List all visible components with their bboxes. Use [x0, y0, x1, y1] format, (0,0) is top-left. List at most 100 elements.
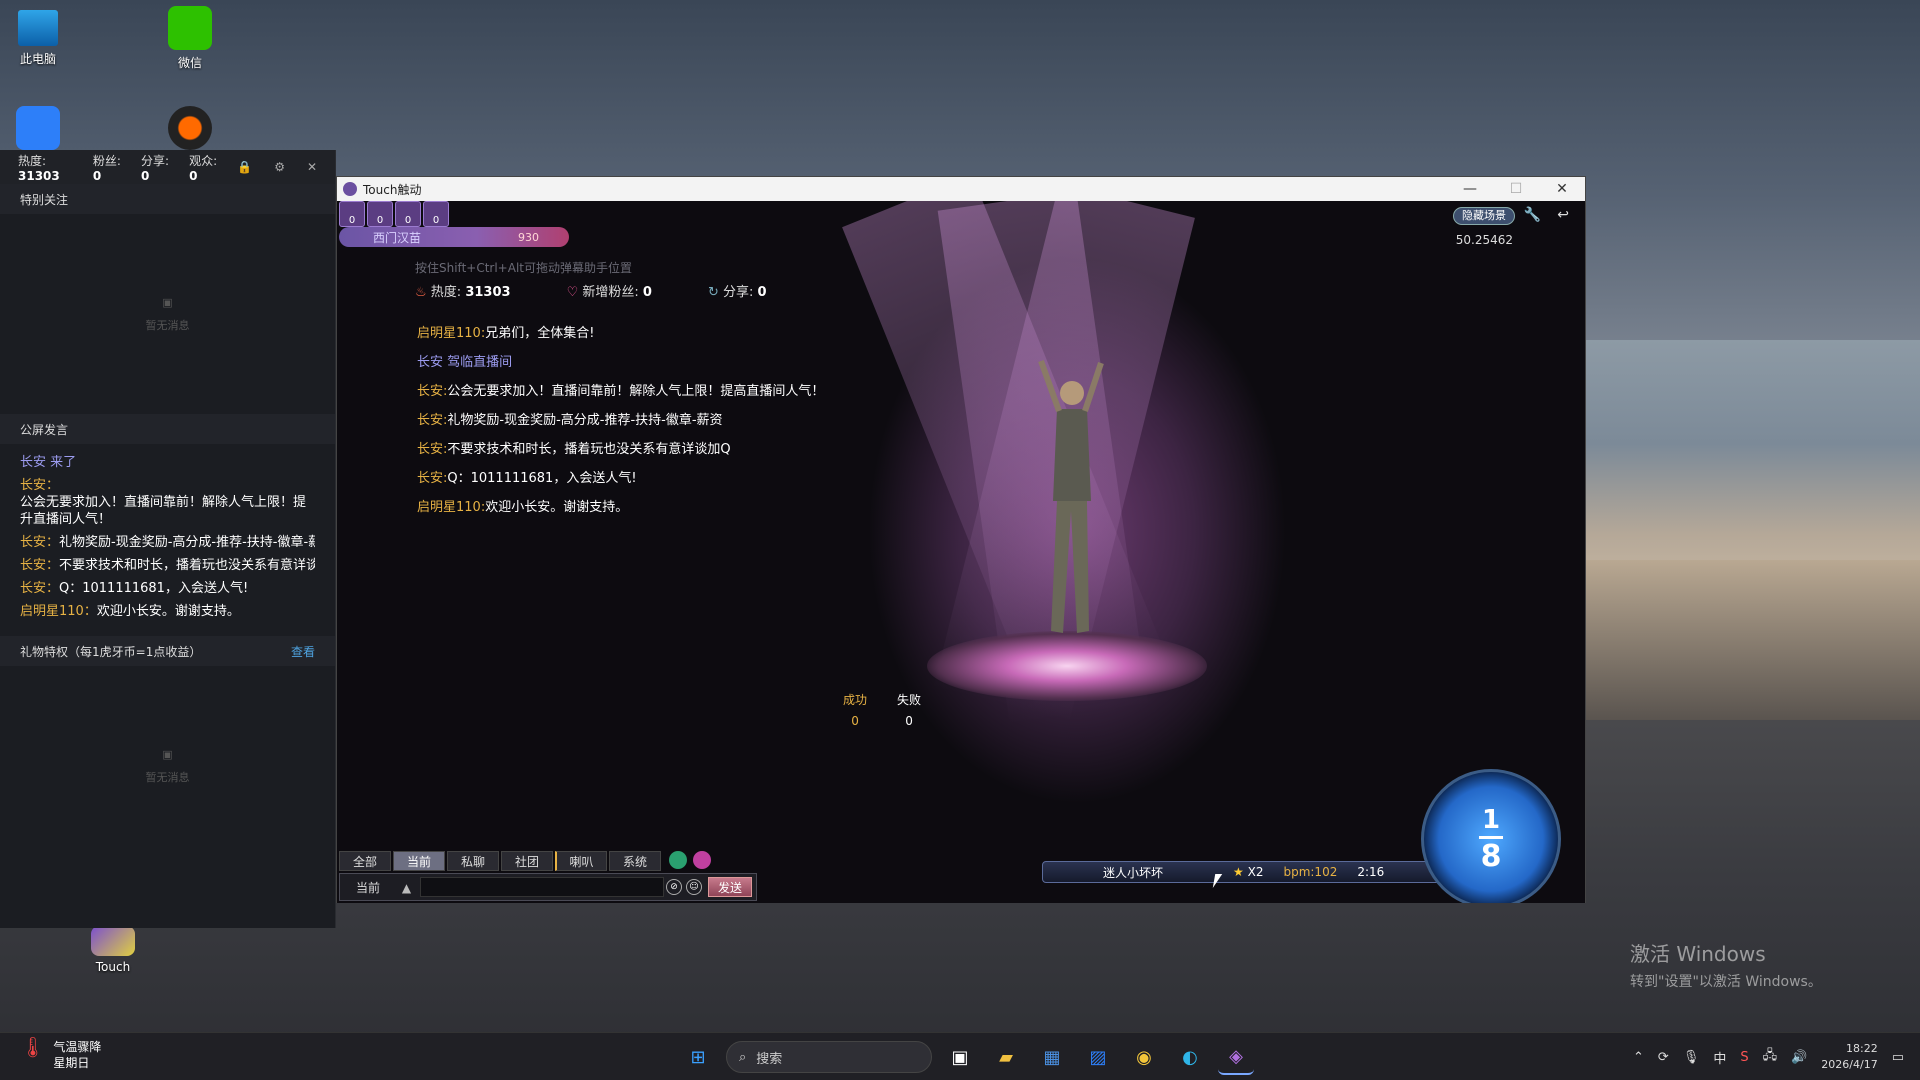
window-titlebar[interactable]: Touch触动 — ☐ ✕: [337, 177, 1585, 201]
search-icon: ⌕: [739, 1049, 747, 1065]
desktop-icon-label: Touch: [95, 960, 131, 974]
player-badges: 0 0 0 0: [339, 201, 449, 227]
hide-scene-button[interactable]: 隐藏场景: [1453, 207, 1515, 225]
share-value: 0: [140, 168, 150, 183]
touch-game-window: Touch触动 — ☐ ✕ 0 0 0 0 西门汉苗 930 隐藏场景 🔧 ↩ …: [336, 176, 1586, 903]
m-app-icon[interactable]: ▨: [1080, 1039, 1116, 1075]
heat-value: 31303: [18, 168, 60, 183]
emoji-green-icon[interactable]: [669, 851, 687, 869]
chat-text: 公会无要求加入！直播间靠前！解除人气上限！提高直播间人气！: [447, 384, 825, 399]
desktop-icon-touch[interactable]: Touch: [73, 926, 153, 974]
heat-value: 31303: [465, 285, 511, 300]
danmaku-assistant-panel: 热度: 31303 粉丝: 0 分享: 0 观众: 0 🔒 ⚙ ✕ 特别关注 ▣…: [0, 150, 336, 928]
sync-icon[interactable]: ⟳: [1658, 1050, 1669, 1065]
badge-icon[interactable]: 0: [395, 201, 421, 227]
empty-state: ▣ 暂无消息: [0, 214, 335, 414]
weather-widget[interactable]: 🌡 气温骤降 星期日: [20, 1037, 101, 1071]
fail-label: 失败: [897, 693, 922, 707]
success-value: 0: [851, 714, 859, 728]
desktop-icon-wechat[interactable]: 微信: [150, 6, 230, 71]
empty-text: 暂无消息: [145, 318, 190, 332]
chat-sender: 长安 驾临直播间: [417, 355, 513, 370]
badge-icon[interactable]: 0: [423, 201, 449, 227]
microphone-icon[interactable]: 🎙: [1683, 1050, 1700, 1065]
desktop-icon-app-m[interactable]: [0, 106, 78, 154]
touch-app-icon: [91, 926, 135, 956]
chat-line: 长安:礼物奖励-现金奖励-高分成-推荐-扶持-徽章-薪资: [417, 406, 824, 435]
tab-horn[interactable]: 喇叭: [555, 851, 607, 871]
chat-input-row: 当前 ▲ ⊘ ☺ 发送: [339, 873, 757, 901]
store-icon[interactable]: ▦: [1034, 1039, 1070, 1075]
flame-icon: ♨: [415, 285, 427, 300]
share-label: 分享:: [140, 153, 169, 168]
file-explorer-icon[interactable]: ▰: [988, 1039, 1024, 1075]
desktop-icon-this-pc[interactable]: 此电脑: [0, 10, 78, 67]
list-item: 长安 来了: [20, 455, 77, 470]
fail-value: 0: [905, 714, 913, 728]
emoji-pink-icon[interactable]: [693, 851, 711, 869]
touch-app-icon[interactable]: ◈: [1218, 1039, 1254, 1075]
chevron-up-icon[interactable]: ⌃: [1633, 1050, 1644, 1065]
close-icon[interactable]: ✕: [307, 160, 317, 174]
success-label: 成功: [843, 693, 868, 707]
channel-select[interactable]: 当前 ▲: [340, 879, 420, 896]
task-view-icon[interactable]: ▣: [942, 1039, 978, 1075]
desktop-icon-recorder[interactable]: [150, 106, 230, 154]
empty-box-icon: ▣: [162, 295, 173, 309]
assistant-app-icon[interactable]: ◉: [1126, 1039, 1162, 1075]
minimize-button[interactable]: —: [1447, 177, 1493, 201]
chat-message-input[interactable]: [420, 877, 664, 897]
danmaku-chat-list: 启明星110:兄弟们，全体集合! 长安 驾临直播间 长安: 公会无要求加入！直播间靠前…: [417, 319, 824, 522]
tab-system[interactable]: 系统: [609, 851, 661, 871]
desktop-icon-label: 此电脑: [19, 52, 56, 66]
song-bpm: bpm:102: [1283, 865, 1338, 879]
wrench-icon[interactable]: 🔧: [1524, 207, 1541, 223]
song-name: 迷人小坏坏: [1103, 865, 1164, 880]
chat-line: 启明星110:欢迎小长安。谢谢支持。: [417, 493, 824, 522]
taskbar-apps: ⊞ ⌕ 搜索 ▣ ▰ ▦ ▨ ◉ ◐ ◈: [680, 1039, 1254, 1075]
close-button[interactable]: ✕: [1539, 177, 1585, 201]
taskbar-search[interactable]: ⌕ 搜索: [726, 1041, 932, 1073]
chat-text: Q：1011111681，入会送人气!: [447, 471, 637, 486]
back-arrow-icon[interactable]: ↩: [1557, 207, 1569, 223]
badge-icon[interactable]: 0: [367, 201, 393, 227]
viewers-label: 观众:: [189, 153, 218, 168]
wallpaper-beach: [1580, 560, 1920, 720]
no-symbol-icon[interactable]: ⊘: [666, 879, 682, 895]
tab-current[interactable]: 当前: [393, 851, 445, 871]
heart-icon: ♡: [566, 285, 579, 300]
clock[interactable]: 18:22 2026/4/17: [1821, 1041, 1877, 1073]
smile-icon[interactable]: ☺: [686, 879, 702, 895]
tab-private[interactable]: 私聊: [447, 851, 499, 871]
volume-icon[interactable]: 🔊: [1791, 1050, 1807, 1065]
network-icon[interactable]: 🖧: [1763, 1046, 1778, 1068]
system-tray: ⌃ ⟳ 🎙 中 S 🖧 🔊 18:22 2026/4/17 ▭: [1633, 1041, 1904, 1073]
maximize-button[interactable]: ☐: [1493, 177, 1539, 201]
tab-club[interactable]: 社团: [501, 851, 553, 871]
tab-all[interactable]: 全部: [339, 851, 391, 871]
lock-icon[interactable]: 🔒: [237, 160, 252, 174]
player-namebar[interactable]: 西门汉苗 930: [339, 227, 569, 247]
notification-icon[interactable]: ▭: [1892, 1050, 1904, 1065]
sogou-icon[interactable]: S: [1740, 1050, 1748, 1065]
edge-browser-icon[interactable]: ◐: [1172, 1039, 1208, 1075]
activate-windows-watermark: 激活 Windows 转到"设置"以激活 Windows。: [1630, 942, 1822, 990]
beat-numerator: 1: [1481, 804, 1501, 835]
empty-state: ▣ 暂无消息: [0, 666, 335, 866]
chat-line: 启明星110:兄弟们，全体集合!: [417, 319, 824, 348]
chat-sender: 长安:: [417, 471, 448, 486]
ime-icon[interactable]: 中: [1713, 1048, 1726, 1067]
game-stage: 0 0 0 0 西门汉苗 930 隐藏场景 🔧 ↩ 50.25462 按住Shi…: [337, 201, 1585, 903]
gear-icon[interactable]: ⚙: [274, 160, 285, 174]
badge-icon[interactable]: 0: [339, 201, 365, 227]
viewers-value: 0: [189, 168, 198, 183]
score-counter: 成功 0 失败 0: [843, 691, 921, 728]
empty-text: 暂无消息: [145, 770, 190, 784]
view-more-link[interactable]: 查看: [291, 643, 315, 660]
chat-sender: 启明星110:: [417, 326, 486, 341]
send-button[interactable]: 发送: [708, 877, 752, 897]
star-icon: ★: [1233, 865, 1244, 879]
list-item: 长安：不要求技术和时长，播着玩也没关系有意详谈加Q: [20, 558, 315, 573]
heat-label: 热度:: [18, 153, 47, 168]
windows-start-icon[interactable]: ⊞: [680, 1039, 716, 1075]
